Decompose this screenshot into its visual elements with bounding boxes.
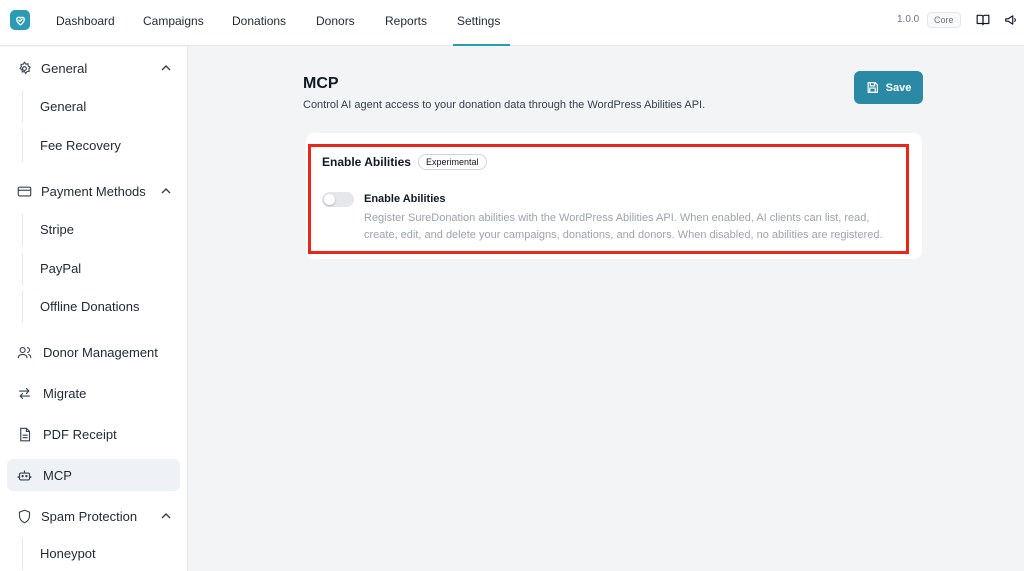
sidebar-item-label: Migrate xyxy=(43,385,87,401)
save-button[interactable]: Save xyxy=(854,71,923,104)
sidebar-item-general[interactable]: General xyxy=(22,91,180,123)
sidebar-group-label: Spam Protection xyxy=(41,508,138,524)
heart-icon xyxy=(15,16,25,25)
page-title: MCP xyxy=(303,75,339,92)
sidebar-item-mcp[interactable]: MCP xyxy=(7,459,180,491)
sidebar-item-paypal[interactable]: PayPal xyxy=(22,253,180,285)
sidebar-item-pdf-receipt[interactable]: PDF Receipt xyxy=(0,418,188,450)
arrows-swap-icon xyxy=(16,385,32,401)
card-title: Enable Abilities xyxy=(322,155,411,169)
floppy-disk-icon xyxy=(867,82,878,93)
sidebar-item-label: MCP xyxy=(43,467,72,483)
sidebar-group-label: General xyxy=(41,60,88,76)
nav-reports[interactable]: Reports xyxy=(385,0,427,46)
version-label: 1.0.0 xyxy=(897,14,920,25)
sidebar-item-donor-management[interactable]: Donor Management xyxy=(0,336,188,368)
sidebar-item-label: PDF Receipt xyxy=(43,426,117,442)
announcements-button[interactable] xyxy=(1003,12,1019,28)
gear-icon xyxy=(16,60,32,76)
top-navigation: Dashboard Campaigns Donations Donors Rep… xyxy=(0,0,1024,46)
credit-card-icon xyxy=(16,183,32,199)
nav-donors[interactable]: Donors xyxy=(316,0,355,46)
shield-icon xyxy=(16,508,32,524)
nav-dashboard[interactable]: Dashboard xyxy=(56,0,115,46)
toggle-knob xyxy=(324,194,335,205)
robot-icon xyxy=(16,467,32,483)
users-icon xyxy=(16,344,32,360)
megaphone-icon xyxy=(1005,15,1016,25)
sidebar-item-migrate[interactable]: Migrate xyxy=(0,377,188,409)
sidebar-item-fee-recovery[interactable]: Fee Recovery xyxy=(22,130,180,162)
sidebar-item-stripe[interactable]: Stripe xyxy=(22,214,180,246)
sidebar-group-general[interactable]: General xyxy=(0,52,188,84)
chevron-up-icon xyxy=(161,513,171,519)
edition-badge: Core xyxy=(927,12,961,28)
toggle-description: Register SureDonation abilities with the… xyxy=(364,212,883,241)
chevron-up-icon xyxy=(161,188,171,194)
nav-settings[interactable]: Settings xyxy=(452,0,511,46)
sidebar-item-offline-donations[interactable]: Offline Donations xyxy=(22,291,180,323)
sidebar-group-payment-methods[interactable]: Payment Methods xyxy=(0,175,188,207)
sidebar-item-label: Donor Management xyxy=(43,344,158,360)
book-icon xyxy=(976,14,990,26)
nav-donations[interactable]: Donations xyxy=(232,0,286,46)
document-icon xyxy=(16,426,32,442)
page-description: Control AI agent access to your donation… xyxy=(303,99,706,111)
nav-campaigns[interactable]: Campaigns xyxy=(143,0,204,46)
sidebar-group-label: Payment Methods xyxy=(41,183,146,199)
enable-abilities-toggle[interactable] xyxy=(322,192,354,207)
sidebar-item-honeypot[interactable]: Honeypot xyxy=(22,538,180,570)
experimental-badge: Experimental xyxy=(418,154,487,170)
save-button-label: Save xyxy=(885,81,912,94)
sidebar-group-spam-protection[interactable]: Spam Protection xyxy=(0,500,188,532)
app-logo[interactable] xyxy=(10,10,30,30)
chevron-up-icon xyxy=(161,65,171,71)
toggle-label: Enable Abilities xyxy=(364,193,446,205)
docs-button[interactable] xyxy=(975,12,991,28)
